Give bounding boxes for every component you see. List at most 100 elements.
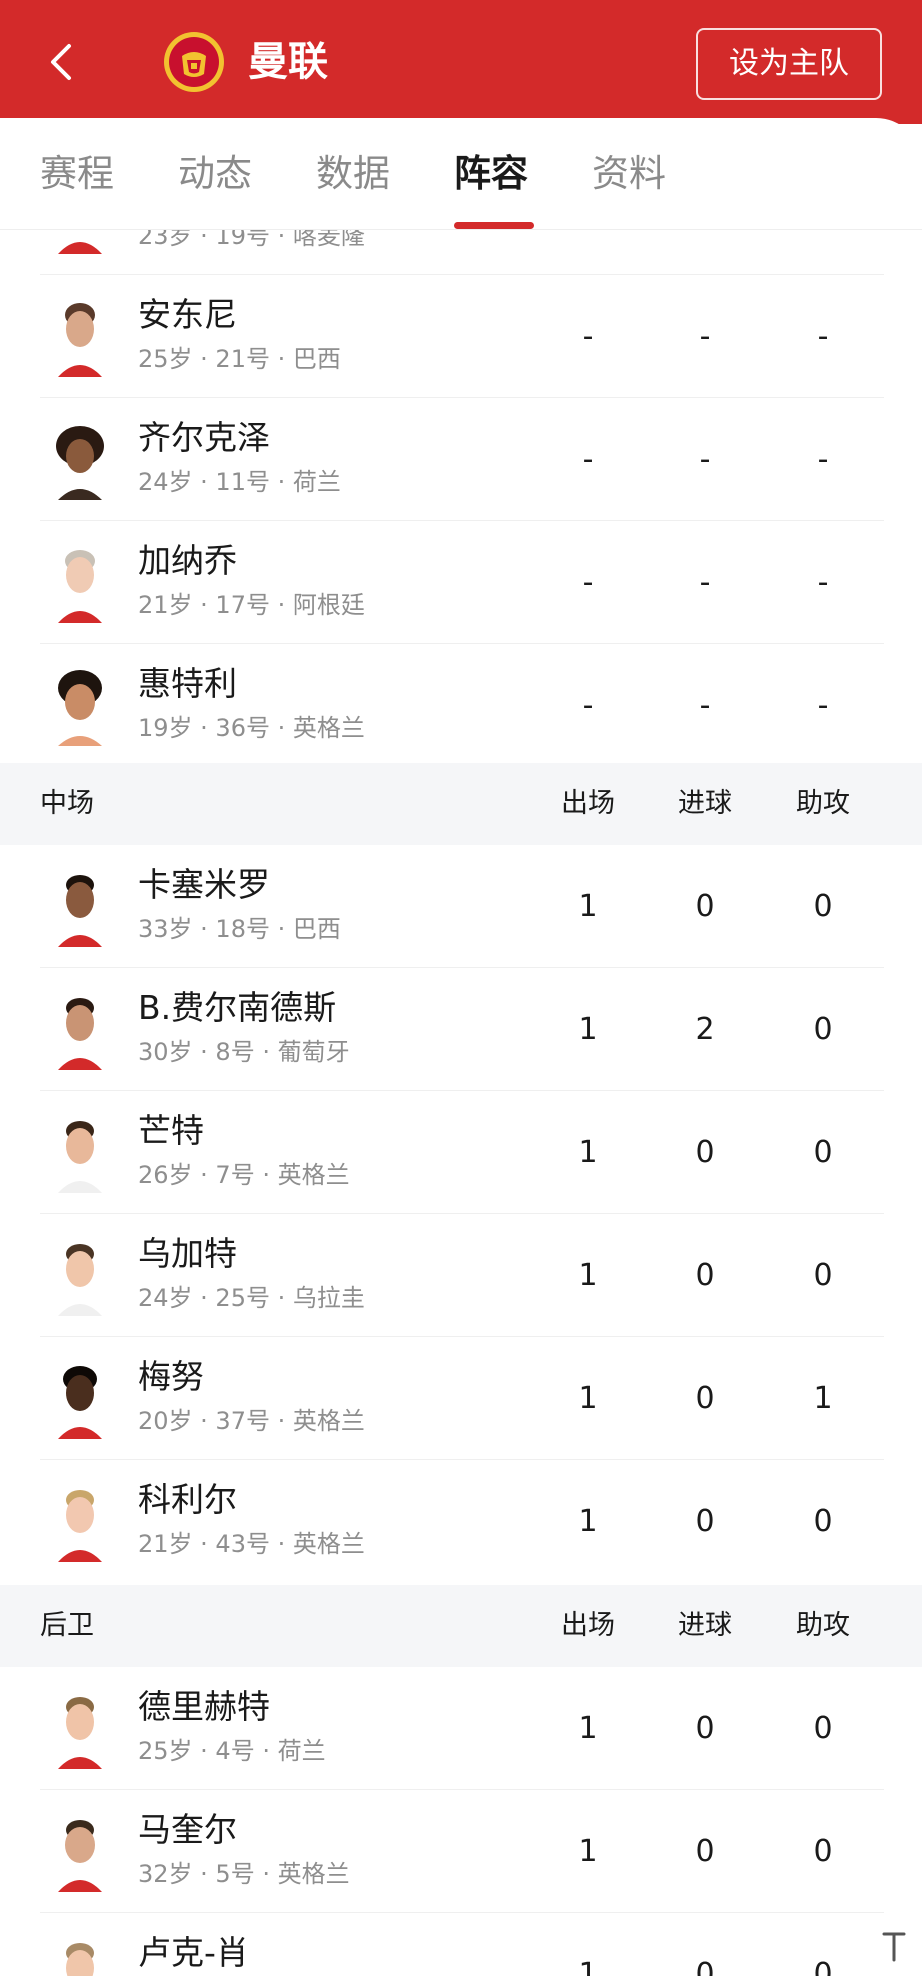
stat-appearances: 1 [578,1012,598,1047]
stat-appearances: - [582,688,594,723]
section-title: 后卫 [40,1610,94,1641]
player-avatar [58,303,102,377]
stat-goals: - [699,319,711,354]
player-avatar [58,998,102,1070]
player-avatar [58,1697,102,1769]
player-meta: 30岁 · 8号 · 葡萄牙 [138,1038,350,1066]
squad-list[interactable]: 23岁 · 19号 · 喀麦隆 安东尼 25岁 · 21号 · 巴西 - - -… [0,230,922,1976]
player-row[interactable]: 安东尼 25岁 · 21号 · 巴西 - - - [0,275,922,398]
stat-assists: 0 [813,1135,833,1170]
stat-appearances: 1 [578,1957,598,1976]
stat-assists: 1 [813,1381,833,1416]
player-avatar [58,1490,102,1562]
team-name: 曼联 [248,39,328,85]
player-meta: 21岁 · 43号 · 英格兰 [138,1530,365,1558]
stat-goals: 0 [695,1135,715,1170]
player-row[interactable]: 梅努 20岁 · 37号 · 英格兰 1 0 1 [0,1337,922,1460]
section-header-defence: 后卫 出场 进球 助攻 [0,1585,922,1667]
column-appearances: 出场 [561,1610,615,1641]
player-avatar [56,426,104,500]
player-name: 卢克-肖 [138,1933,249,1972]
stat-appearances: 1 [578,889,598,924]
player-meta: 25岁 · 4号 · 荷兰 [138,1737,326,1765]
player-avatar [58,1121,102,1193]
player-row[interactable]: 科利尔 21岁 · 43号 · 英格兰 1 0 0 [0,1460,922,1583]
player-name: 齐尔克泽 [138,418,270,457]
section-title: 中场 [40,788,94,819]
player-name: 梅努 [138,1357,204,1396]
column-assists: 助攻 [796,788,850,819]
stat-assists: 0 [813,889,833,924]
active-tab-indicator [454,222,534,229]
stat-goals: 0 [695,1957,715,1976]
player-meta: 33岁 · 18号 · 巴西 [138,915,341,943]
player-row[interactable]: 德里赫特 25岁 · 4号 · 荷兰 1 0 0 [0,1667,922,1790]
stat-appearances: 1 [578,1711,598,1746]
stat-appearances: 1 [578,1834,598,1869]
player-meta: 24岁 · 11号 · 荷兰 [138,468,341,496]
player-name: 乌加特 [138,1234,237,1273]
player-row[interactable]: B.费尔南德斯 30岁 · 8号 · 葡萄牙 1 2 0 [0,968,922,1091]
stat-appearances: - [582,319,594,354]
scroll-indicator-icon [882,1932,906,1962]
player-name: 加纳乔 [138,541,237,580]
back-arrow-icon[interactable] [42,38,82,86]
player-avatar [58,550,102,623]
player-avatar [58,1820,102,1892]
player-meta: 23岁 · 19号 · 喀麦隆 [138,230,365,250]
stat-goals: - [699,565,711,600]
stat-assists: 0 [813,1012,833,1047]
tab-schedule[interactable]: 赛程 [40,150,114,198]
stat-goals: 0 [695,1834,715,1869]
stat-assists: 0 [813,1711,833,1746]
tab-squad[interactable]: 阵容 [454,150,528,198]
player-row[interactable]: 芒特 26岁 · 7号 · 英格兰 1 0 0 [0,1091,922,1214]
stat-appearances: - [582,442,594,477]
player-row[interactable]: 23岁 · 19号 · 喀麦隆 [0,230,922,275]
stat-appearances: 1 [578,1381,598,1416]
team-crest-icon [164,32,224,92]
player-row[interactable]: 加纳乔 21岁 · 17号 · 阿根廷 - - - [0,521,922,644]
player-avatar [58,1244,102,1316]
player-name: 科利尔 [138,1480,237,1519]
tab-stats[interactable]: 数据 [316,150,390,198]
set-home-team-button[interactable]: 设为主队 [696,28,882,100]
player-name: 德里赫特 [138,1687,270,1726]
player-name: B.费尔南德斯 [138,988,337,1027]
stat-goals: 2 [695,1012,715,1047]
column-goals: 进球 [678,1610,732,1641]
player-meta: 26岁 · 7号 · 英格兰 [138,1161,350,1189]
app-header: 曼联 设为主队 [0,0,922,124]
player-name: 安东尼 [138,295,237,334]
stat-assists: - [817,688,829,723]
stat-appearances: 1 [578,1504,598,1539]
stat-goals: 0 [695,889,715,924]
stat-assists: - [817,319,829,354]
stat-appearances: - [582,565,594,600]
stat-appearances: 1 [578,1135,598,1170]
player-row[interactable]: 乌加特 24岁 · 25号 · 乌拉圭 1 0 0 [0,1214,922,1337]
stat-assists: 0 [813,1834,833,1869]
player-name: 惠特利 [138,664,237,703]
player-avatar [58,670,102,746]
player-row[interactable]: 卡塞米罗 33岁 · 18号 · 巴西 1 0 0 [0,845,922,968]
player-row[interactable]: 齐尔克泽 24岁 · 11号 · 荷兰 - - - [0,398,922,521]
player-meta: 25岁 · 21号 · 巴西 [138,345,341,373]
player-meta: 32岁 · 5号 · 英格兰 [138,1860,350,1888]
tab-info[interactable]: 资料 [592,150,666,198]
tab-news[interactable]: 动态 [178,150,252,198]
player-name: 马奎尔 [138,1810,237,1849]
stat-goals: 0 [695,1504,715,1539]
player-row[interactable]: 卢克-肖 1 0 0 [0,1913,922,1976]
player-meta: 21岁 · 17号 · 阿根廷 [138,591,365,619]
stat-goals: 0 [695,1381,715,1416]
stat-assists: 0 [813,1504,833,1539]
player-name: 卡塞米罗 [138,865,270,904]
stat-assists: 0 [813,1957,833,1976]
player-row[interactable]: 惠特利 19岁 · 36号 · 英格兰 - - - [0,644,922,767]
player-avatar [66,1943,94,1976]
tab-bar: 赛程 动态 数据 阵容 资料 [0,118,922,230]
stat-assists: 0 [813,1258,833,1293]
player-row[interactable]: 马奎尔 32岁 · 5号 · 英格兰 1 0 0 [0,1790,922,1913]
section-header-midfield: 中场 出场 进球 助攻 [0,763,922,845]
